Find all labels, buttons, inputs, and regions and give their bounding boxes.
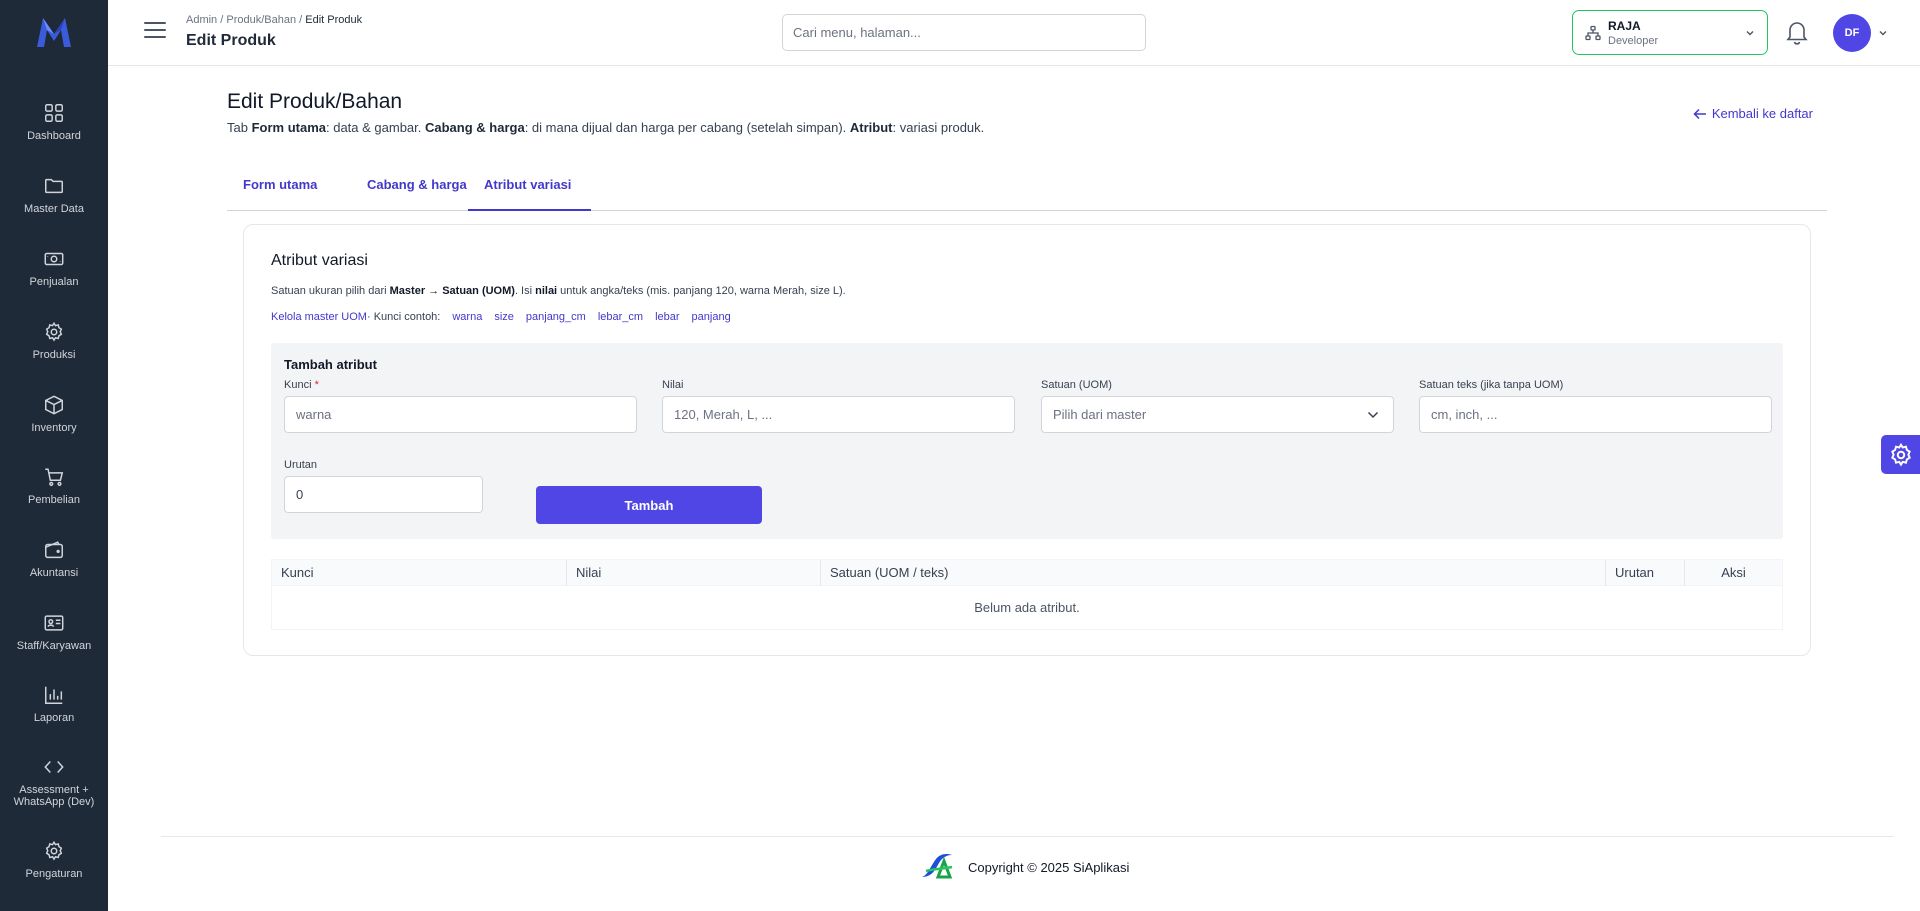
footer-divider [161,836,1894,837]
app-logo-icon[interactable] [34,14,74,50]
unit-text-label: Satuan teks (jika tanpa UOM) [1419,379,1564,391]
column-header-aksi: Aksi [1721,565,1746,580]
sidebar-item-pembelian[interactable]: Pembelian [0,466,108,530]
arrow-left-icon [1693,108,1706,119]
breadcrumb-admin[interactable]: Admin [186,14,217,26]
attribute-card: Atribut variasi Satuan ukuran pilih dari… [243,224,1811,656]
breadcrumb-produk-bahan[interactable]: Produk/Bahan [226,14,296,26]
sidebar-item-label: Produksi [32,349,76,361]
chevron-down-icon [1746,31,1754,36]
chevron-down-icon [1367,411,1379,419]
sidebar-item-akuntansi[interactable]: Akuntansi [0,539,108,603]
key-label: Kunci * [284,379,319,391]
sidebar-item-dashboard[interactable]: Dashboard [0,102,108,166]
sidebar-item-master-data[interactable]: Master Data [0,175,108,239]
sidebar-item-penjualan[interactable]: Penjualan [0,248,108,312]
uom-label: Satuan (UOM) [1041,379,1112,391]
key-chip-lebar-cm[interactable]: lebar_cm [598,311,643,323]
top-header: Admin / Produk/Bahan / Edit Produk Edit … [108,0,1920,66]
chevron-down-icon[interactable] [1878,28,1888,38]
column-header-urutan: Urutan [1606,560,1685,586]
grid-icon [45,104,63,122]
uom-select[interactable]: Pilih dari master [1041,396,1394,433]
sidebar-item-laporan[interactable]: Laporan [0,684,108,748]
page-title: Edit Produk/Bahan [227,90,403,113]
card-description: Satuan ukuran pilih dari Master → Satuan… [271,285,846,297]
sidebar-item-label: Penjualan [29,276,79,288]
cash-icon [44,252,64,266]
tab-bar: Form utama Cabang & harga Atribut varias… [227,170,1827,211]
sidebar-item-inventory[interactable]: Inventory [0,394,108,458]
key-chip-size[interactable]: size [494,311,514,323]
sidebar-item-pengaturan[interactable]: Pengaturan [0,840,108,904]
search-input[interactable] [782,14,1146,51]
column-header-nilai: Nilai [567,560,821,586]
key-chip-lebar[interactable]: lebar [655,311,679,323]
key-chip-warna[interactable]: warna [452,311,482,323]
siaplikasi-logo-icon [922,854,953,879]
cart-icon [45,468,64,486]
branch-role: Developer [1608,35,1659,47]
box-icon [45,395,63,415]
sidebar-item-label: Master Data [24,203,84,215]
copyright-text: Copyright © 2025 SiAplikasi [968,860,1130,875]
bar-chart-icon [45,686,63,704]
sidebar-item-label: Pengaturan [25,868,83,880]
card-title: Atribut variasi [271,252,368,269]
wallet-icon [45,541,63,559]
value-label: Nilai [662,379,684,391]
sidebar-item-label: Staff/Karyawan [16,640,92,652]
folder-icon [45,178,63,194]
tab-form-utama[interactable]: Form utama [227,170,333,211]
sidebar-item-label: Pembelian [28,494,80,506]
back-to-list-link[interactable]: Kembali ke daftar [1693,106,1813,121]
add-attribute-button[interactable]: Tambah [536,486,762,524]
sidebar-item-label: Akuntansi [29,567,79,579]
breadcrumb: Admin / Produk/Bahan / Edit Produk [186,14,363,26]
floating-settings-button[interactable] [1881,435,1920,474]
value-input[interactable] [662,396,1015,433]
key-examples-label: · Kunci contoh: [366,311,441,323]
notification-bell-icon[interactable] [1784,18,1810,46]
manage-uom-link[interactable]: Kelola master UOM [271,311,367,323]
breadcrumb-current: Edit Produk [305,14,363,26]
column-header-kunci: Kunci [272,560,567,586]
sidebar-item-label: Dashboard [27,130,81,142]
table-header: Kunci Nilai Satuan (UOM / teks) Urutan A… [272,560,1782,586]
attribute-table: Kunci Nilai Satuan (UOM / teks) Urutan A… [271,559,1783,630]
order-label: Urutan [284,459,318,471]
sidebar: Dashboard Master Data Penjualan Produksi… [0,0,108,911]
column-header-satuan: Satuan (UOM / teks) [821,560,1606,586]
key-input[interactable] [284,396,637,433]
header-title: Edit Produk [186,32,276,49]
gear-icon [45,840,63,861]
key-chip-panjang[interactable]: panjang [692,311,731,323]
add-attribute-title: Tambah atribut [284,357,377,372]
tab-atribut-variasi[interactable]: Atribut variasi [468,170,591,211]
order-input[interactable] [284,476,483,513]
sidebar-item-staff-karyawan[interactable]: Staff/Karyawan [0,612,108,676]
gear-icon [1890,442,1911,467]
user-avatar[interactable]: DF [1833,14,1871,52]
unit-text-input[interactable] [1419,396,1772,433]
branch-selector[interactable]: RAJA Developer [1572,10,1768,55]
org-tree-icon [1585,25,1601,41]
key-chip-panjang-cm[interactable]: panjang_cm [526,311,586,323]
sidebar-item-label: Laporan [33,712,75,724]
id-card-icon [44,615,64,631]
sidebar-item-produksi[interactable]: Produksi [0,321,108,385]
tab-cabang-harga[interactable]: Cabang & harga [351,170,483,211]
add-attribute-form: Tambah atribut Kunci * Nilai Satuan (UOM… [271,343,1783,539]
uom-helper-row: Kelola master UOM · Kunci contoh: warna … [271,311,731,323]
branch-name: RAJA [1608,19,1641,33]
code-icon [44,761,64,773]
table-empty-state: Belum ada atribut. [974,600,1080,615]
sidebar-item-assessment-whatsapp[interactable]: Assessment + WhatsApp (Dev) [0,756,108,830]
gear-icon [45,321,63,342]
sidebar-item-label: Inventory [31,422,77,434]
page-subtitle: Tab Form utama: data & gambar. Cabang & … [227,120,985,135]
menu-toggle-icon[interactable] [144,22,166,40]
sidebar-item-label: Assessment + WhatsApp (Dev) [13,784,95,808]
